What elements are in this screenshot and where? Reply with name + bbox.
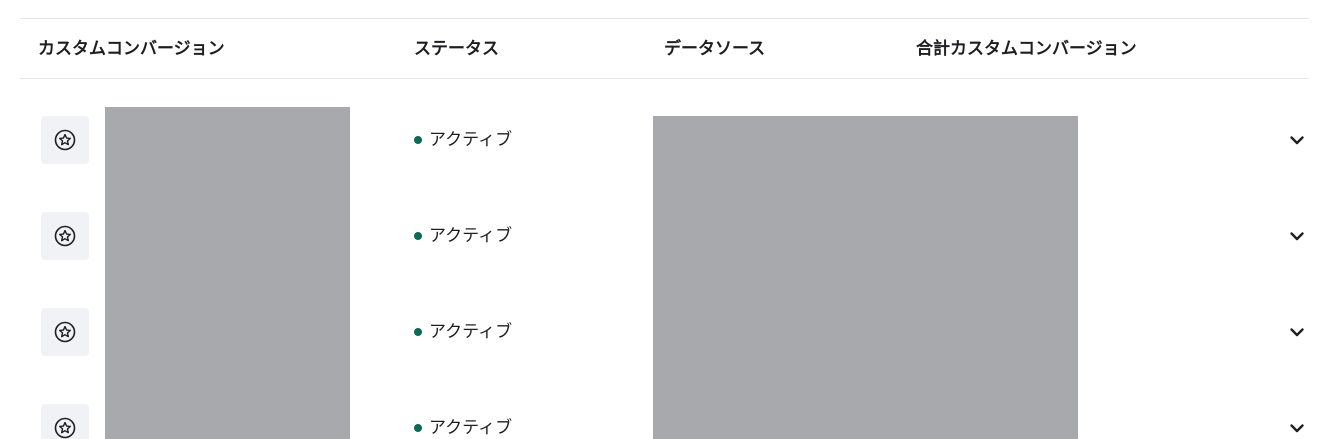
table-header-row: カスタムコンバージョン ステータス データソース 合計カスタムコンバージョン <box>20 18 1309 79</box>
column-header-total-custom-conversions[interactable]: 合計カスタムコンバージョン <box>916 38 1137 60</box>
chevron-down-icon <box>1290 424 1304 433</box>
status-active-dot <box>414 136 422 144</box>
status-badge: アクティブ <box>414 321 512 343</box>
status-badge: アクティブ <box>414 225 512 247</box>
redacted-conversion-names <box>105 107 350 439</box>
conversion-icon-box <box>41 116 89 164</box>
chevron-down-icon <box>1290 136 1304 145</box>
chevron-down-icon <box>1290 328 1304 337</box>
chevron-down-icon <box>1290 232 1304 241</box>
column-header-custom-conversion[interactable]: カスタムコンバージョン <box>38 38 225 60</box>
status-label: アクティブ <box>429 226 513 246</box>
status-label: アクティブ <box>429 322 513 342</box>
column-header-status[interactable]: ステータス <box>414 38 499 60</box>
star-circle-icon <box>54 225 76 247</box>
star-circle-icon <box>54 129 76 151</box>
status-badge: アクティブ <box>414 129 512 151</box>
star-circle-icon <box>54 321 76 343</box>
conversion-icon-box <box>41 404 89 439</box>
status-active-dot <box>414 232 422 240</box>
redacted-data-source-and-totals <box>653 116 1078 439</box>
status-label: アクティブ <box>429 130 513 150</box>
status-active-dot <box>414 424 422 432</box>
row-expand-button[interactable] <box>1285 128 1309 152</box>
row-expand-button[interactable] <box>1285 320 1309 344</box>
conversion-icon-box <box>41 308 89 356</box>
conversion-icon-box <box>41 212 89 260</box>
row-expand-button[interactable] <box>1285 224 1309 248</box>
row-expand-button[interactable] <box>1285 416 1309 439</box>
status-badge: アクティブ <box>414 417 512 439</box>
column-header-data-source[interactable]: データソース <box>664 38 765 60</box>
status-active-dot <box>414 328 422 336</box>
star-circle-icon <box>54 417 76 439</box>
status-label: アクティブ <box>429 418 513 438</box>
